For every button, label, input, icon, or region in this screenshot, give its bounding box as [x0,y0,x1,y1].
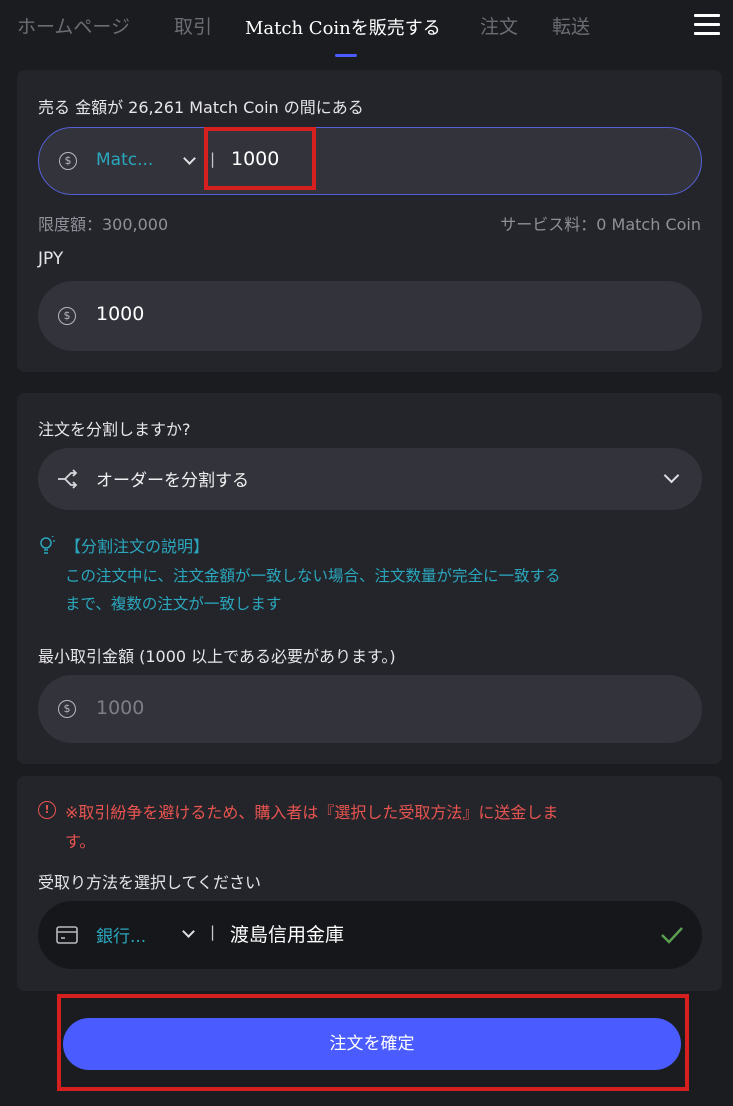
split-explain-line2: まで、複数の注文が一致します [65,595,282,613]
menu-icon[interactable] [694,14,720,36]
jpy-label: JPY [38,249,64,269]
sell-amount-field: $ Matc... | 1000 [38,127,702,195]
confirm-order-label: 注文を確定 [329,1034,415,1054]
min-amount-field: $ 1000 [38,675,702,743]
confirm-order-button[interactable]: 注文を確定 [63,1018,681,1070]
lightbulb-icon [40,536,55,554]
payment-method-card: ! ※取引紛争を避けるため、購入者は『選択した受取方法』に送金しま す。 受取り… [17,776,722,991]
payment-method-field: 銀行... | 渡島信用金庫 [38,901,702,969]
info-icon: ! [38,801,56,819]
jpy-field: $ 1000 [38,281,702,351]
bank-name: 渡島信用金庫 [230,924,345,946]
chevron-down-icon[interactable] [663,467,680,484]
sell-amount-label: 売る 金額が 26,261 Match Coin の間にある [38,98,364,117]
bank-card-icon [56,926,78,944]
payment-method-label: 受取り方法を選択してください [38,873,262,892]
tab-trade[interactable]: 取引 [174,12,212,39]
jpy-input[interactable]: 1000 [96,303,144,325]
coin-icon: $ [59,152,77,170]
warning-line1: ※取引紛争を避けるため、購入者は『選択した受取方法』に送金しま [65,803,559,822]
warning-line2: す。 [65,832,96,851]
split-question: 注文を分割しますか? [38,420,191,439]
split-explain-line1: この注文中に、注文金額が一致しない場合、注文数量が完全に一致する [65,567,561,585]
chevron-down-icon[interactable] [182,925,195,938]
sell-amount-card: 売る 金額が 26,261 Match Coin の間にある $ Matc...… [17,70,722,372]
coin-icon: $ [58,307,76,325]
sell-amount-input[interactable]: 1000 [231,148,279,170]
split-order-card: 注文を分割しますか? オーダーを分割する 【分割注文の説明】 この注文中に、注文… [17,393,722,764]
limit-text: 限度額：300,000 [38,215,169,234]
top-nav: ホームページ 取引 Match Coinを販売する 注文 転送 [0,0,733,58]
tab-home[interactable]: ホームページ [17,12,130,39]
split-icon [58,469,78,489]
field-separator: | [210,150,216,168]
min-amount-input[interactable]: 1000 [96,697,144,719]
chevron-down-icon[interactable] [183,152,196,165]
tab-transfer[interactable]: 転送 [552,12,590,39]
coin-icon: $ [58,700,76,718]
active-tab-indicator [335,54,357,57]
min-amount-label: 最小取引金額 (1000 以上である必要があります。) [38,647,396,666]
payment-method-select[interactable]: 銀行... [96,922,146,947]
tab-orders[interactable]: 注文 [480,12,518,39]
split-explain-title: 【分割注文の説明】 [65,537,210,556]
field-separator: | [210,923,216,941]
tab-sell-match-coin[interactable]: Match Coinを販売する [245,14,441,40]
currency-select[interactable]: Matc... [96,150,153,170]
fee-text: サービス料：0 Match Coin [500,215,701,234]
split-select[interactable]: オーダーを分割する [38,448,702,510]
split-select-label: オーダーを分割する [96,471,249,491]
check-icon [661,927,683,944]
